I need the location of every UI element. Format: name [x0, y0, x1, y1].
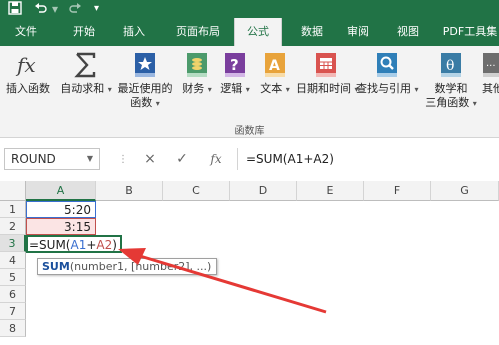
tab-view[interactable]: 视图	[388, 18, 428, 46]
row-header-4[interactable]: 4	[0, 252, 26, 269]
star-book-icon	[131, 50, 159, 80]
financial-button[interactable]: 财务 ▾	[180, 50, 214, 97]
column-header-f[interactable]: F	[364, 181, 431, 201]
row-header-8[interactable]: 8	[0, 320, 26, 337]
tab-formulas[interactable]: 公式	[234, 18, 282, 46]
math-label-2: 三角函数 ▾	[425, 96, 477, 109]
tab-page-layout[interactable]: 页面布局	[168, 18, 228, 46]
formula-bar: ROUND ▼ ⋮ × ✓ fx =SUM(A1+A2)	[0, 138, 499, 181]
select-all-corner[interactable]	[0, 181, 26, 201]
svg-text:θ: θ	[446, 58, 454, 74]
column-header-g[interactable]: G	[431, 181, 499, 201]
recently-used-button[interactable]: 最近使用的 函数 ▾	[114, 50, 176, 111]
autosum-button[interactable]: 自动求和 ▾	[60, 50, 112, 97]
text-book-icon: A	[261, 50, 289, 80]
row-header-6[interactable]: 6	[0, 286, 26, 303]
enter-icon[interactable]: ✓	[172, 148, 192, 170]
other-book-icon: ···	[479, 50, 499, 80]
column-header-c[interactable]: C	[163, 181, 230, 201]
name-box[interactable]: ROUND ▼	[4, 148, 100, 170]
save-icon[interactable]	[8, 1, 22, 17]
title-bar: ▾ ▾	[0, 0, 499, 18]
formula-bar-grip[interactable]: ⋮	[118, 152, 128, 168]
financial-label: 财务 ▾	[182, 82, 212, 95]
formula-input[interactable]: =SUM(A1+A2)	[237, 148, 495, 170]
math-trig-button[interactable]: θ 数学和 三角函数 ▾	[424, 50, 478, 111]
insert-function-button[interactable]: fx 插入函数	[2, 50, 54, 96]
cell-a3-editing[interactable]: =SUM(A1+A2)	[26, 235, 122, 253]
theta-book-icon: θ	[437, 50, 465, 80]
row-header-5[interactable]: 5	[0, 269, 26, 286]
svg-text:fx: fx	[15, 53, 36, 77]
name-box-value: ROUND	[11, 152, 56, 166]
cancel-icon[interactable]: ×	[140, 148, 160, 170]
text-label: 文本 ▾	[260, 82, 290, 95]
logical-label: 逻辑 ▾	[220, 82, 250, 95]
redo-icon[interactable]	[68, 1, 82, 17]
worksheet-grid: A B C D E F G 1 2 3 4 5 6 7 8 5:20 3:15 …	[0, 181, 499, 345]
tab-home[interactable]: 开始	[64, 18, 104, 46]
lookup-button[interactable]: 查找与引用 ▾	[356, 50, 419, 97]
formula-ref-a2: A2	[96, 238, 113, 252]
calendar-book-icon	[312, 50, 340, 80]
fx-insert-icon[interactable]: fx	[206, 148, 226, 170]
column-header-e[interactable]: E	[297, 181, 364, 201]
text-button[interactable]: A 文本 ▾	[258, 50, 292, 97]
svg-text:A: A	[269, 58, 280, 74]
formula-ref-a1: A1	[70, 238, 87, 252]
tab-file[interactable]: 文件	[6, 18, 46, 46]
row-header-2[interactable]: 2	[0, 218, 26, 235]
tab-data[interactable]: 数据	[292, 18, 332, 46]
undo-dropdown-icon[interactable]: ▾	[52, 1, 58, 17]
sigma-icon	[72, 50, 100, 80]
formula-text-prefix: =SUM(	[29, 238, 71, 252]
datetime-label: 日期和时间 ▾	[296, 82, 359, 95]
tab-pdf-tools[interactable]: PDF工具集	[438, 18, 499, 46]
chevron-down-icon[interactable]: ▼	[87, 149, 93, 169]
tab-review[interactable]: 审阅	[338, 18, 378, 46]
undo-icon[interactable]	[34, 1, 48, 17]
question-book-icon: ?	[221, 50, 249, 80]
logical-button[interactable]: ? 逻辑 ▾	[218, 50, 252, 97]
lookup-label: 查找与引用 ▾	[356, 82, 419, 95]
row-header-1[interactable]: 1	[0, 201, 26, 218]
column-header-d[interactable]: D	[230, 181, 297, 201]
formula-text-suffix: )	[112, 238, 117, 252]
datetime-button[interactable]: 日期和时间 ▾	[296, 50, 359, 97]
ribbon: fx 插入函数 自动求和 ▾ 最近使用的 函数 ▾ 财务 ▾ ? 逻辑 ▾ A …	[0, 46, 499, 138]
group-label-function-library: 函数库	[234, 126, 265, 137]
column-header-b[interactable]: B	[96, 181, 163, 201]
recent-label-2: 函数 ▾	[130, 96, 160, 109]
tooltip-arguments: (number1, [number2], ...)	[69, 260, 212, 273]
magnifier-book-icon	[373, 50, 401, 80]
other-functions-button[interactable]: ··· 其他	[476, 50, 499, 96]
column-header-a[interactable]: A	[26, 181, 96, 201]
cell-a2[interactable]: 3:15	[26, 218, 96, 235]
customize-icon[interactable]: ▾	[94, 1, 99, 17]
financial-book-icon	[183, 50, 211, 80]
fx-icon: fx	[14, 50, 42, 80]
cell-a1[interactable]: 5:20	[26, 201, 96, 218]
svg-text:···: ···	[486, 61, 496, 72]
row-header-3[interactable]: 3	[0, 235, 26, 252]
row-header-7[interactable]: 7	[0, 303, 26, 320]
tab-insert[interactable]: 插入	[114, 18, 154, 46]
svg-text:?: ?	[230, 56, 239, 74]
autosum-label: 自动求和 ▾	[60, 82, 112, 95]
tooltip-function-name[interactable]: SUM	[42, 260, 70, 273]
ribbon-tabs: 文件 开始 插入 页面布局 公式 数据 审阅 视图 PDF工具集	[0, 18, 499, 46]
formula-text-plus: +	[86, 238, 97, 252]
function-tooltip: SUM(number1, [number2], ...)	[37, 258, 217, 275]
